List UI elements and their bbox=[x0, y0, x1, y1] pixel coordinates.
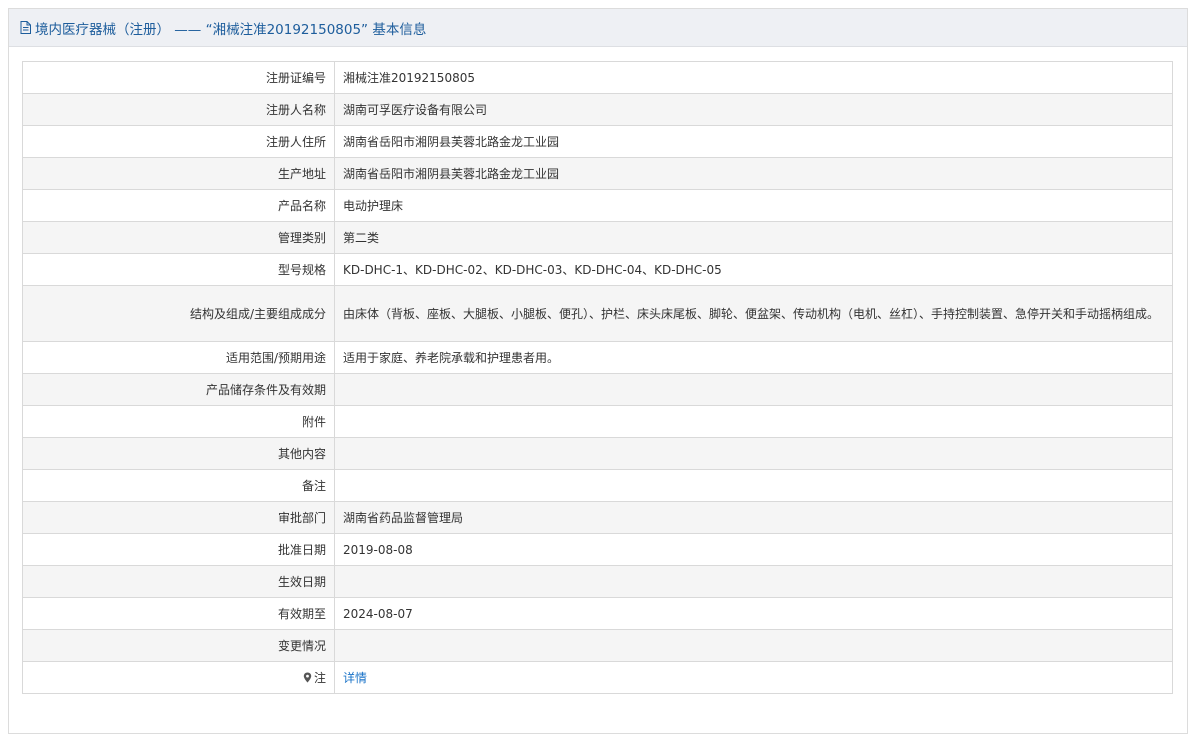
map-pin-icon bbox=[303, 672, 312, 683]
table-row: 型号规格 KD-DHC-1、KD-DHC-02、KD-DHC-03、KD-DHC… bbox=[22, 253, 1173, 286]
row-label: 生产地址 bbox=[22, 157, 335, 190]
row-value: 适用于家庭、养老院承载和护理患者用。 bbox=[334, 341, 1173, 374]
note-value-cell: 详情 bbox=[334, 661, 1173, 694]
row-value: 电动护理床 bbox=[334, 189, 1173, 222]
row-label: 备注 bbox=[22, 469, 335, 502]
row-value: 湖南省岳阳市湘阴县芙蓉北路金龙工业园 bbox=[334, 125, 1173, 158]
row-label: 管理类别 bbox=[22, 221, 335, 254]
row-label: 批准日期 bbox=[22, 533, 335, 566]
row-label: 审批部门 bbox=[22, 501, 335, 534]
table-row: 管理类别 第二类 bbox=[22, 221, 1173, 254]
info-table: 注册证编号 湘械注准20192150805 注册人名称 湖南可孚医疗设备有限公司… bbox=[22, 61, 1173, 694]
table-row: 审批部门 湖南省药品监督管理局 bbox=[22, 501, 1173, 534]
table-row: 结构及组成/主要组成成分 由床体（背板、座板、大腿板、小腿板、便孔）、护栏、床头… bbox=[22, 285, 1173, 342]
table-row: 生产地址 湖南省岳阳市湘阴县芙蓉北路金龙工业园 bbox=[22, 157, 1173, 190]
row-label: 适用范围/预期用途 bbox=[22, 341, 335, 374]
row-value bbox=[334, 629, 1173, 662]
row-value: 2019-08-08 bbox=[334, 533, 1173, 566]
row-label: 变更情况 bbox=[22, 629, 335, 662]
row-value: 湖南省药品监督管理局 bbox=[334, 501, 1173, 534]
details-link[interactable]: 详情 bbox=[343, 671, 367, 685]
row-value bbox=[334, 565, 1173, 598]
row-value bbox=[334, 405, 1173, 438]
row-label: 有效期至 bbox=[22, 597, 335, 630]
info-panel: 境内医疗器械（注册） —— “湘械注准20192150805” 基本信息 注册证… bbox=[8, 8, 1188, 734]
row-value: 由床体（背板、座板、大腿板、小腿板、便孔）、护栏、床头床尾板、脚轮、便盆架、传动… bbox=[334, 285, 1173, 342]
note-label: 注 bbox=[313, 670, 326, 685]
row-label: 产品名称 bbox=[22, 189, 335, 222]
table-row: 注册人住所 湖南省岳阳市湘阴县芙蓉北路金龙工业园 bbox=[22, 125, 1173, 158]
page-title: 境内医疗器械（注册） —— “湘械注准20192150805” 基本信息 bbox=[35, 21, 427, 38]
table-row: 注册人名称 湖南可孚医疗设备有限公司 bbox=[22, 93, 1173, 126]
table-row: 产品储存条件及有效期 bbox=[22, 373, 1173, 406]
row-value: 第二类 bbox=[334, 221, 1173, 254]
row-value bbox=[334, 437, 1173, 470]
row-label: 结构及组成/主要组成成分 bbox=[22, 285, 335, 342]
row-value: 湖南省岳阳市湘阴县芙蓉北路金龙工业园 bbox=[334, 157, 1173, 190]
row-value: 2024-08-07 bbox=[334, 597, 1173, 630]
table-row: 适用范围/预期用途 适用于家庭、养老院承载和护理患者用。 bbox=[22, 341, 1173, 374]
row-value bbox=[334, 373, 1173, 406]
row-label: 生效日期 bbox=[22, 565, 335, 598]
row-value: KD-DHC-1、KD-DHC-02、KD-DHC-03、KD-DHC-04、K… bbox=[334, 253, 1173, 286]
row-label: 其他内容 bbox=[22, 437, 335, 470]
table-row: 有效期至 2024-08-07 bbox=[22, 597, 1173, 630]
table-row: 产品名称 电动护理床 bbox=[22, 189, 1173, 222]
note-row: 注 详情 bbox=[22, 661, 1173, 694]
row-label: 附件 bbox=[22, 405, 335, 438]
table-row: 批准日期 2019-08-08 bbox=[22, 533, 1173, 566]
table-row: 其他内容 bbox=[22, 437, 1173, 470]
document-icon bbox=[20, 21, 31, 34]
row-label: 注册证编号 bbox=[22, 61, 335, 94]
row-value: 湘械注准20192150805 bbox=[334, 61, 1173, 94]
table-row: 注册证编号 湘械注准20192150805 bbox=[22, 61, 1173, 94]
row-value bbox=[334, 469, 1173, 502]
table-row: 变更情况 bbox=[22, 629, 1173, 662]
table-row: 备注 bbox=[22, 469, 1173, 502]
row-label: 产品储存条件及有效期 bbox=[22, 373, 335, 406]
row-label: 注册人名称 bbox=[22, 93, 335, 126]
table-row: 生效日期 bbox=[22, 565, 1173, 598]
row-label: 注册人住所 bbox=[22, 125, 335, 158]
row-label: 型号规格 bbox=[22, 253, 335, 286]
panel-header: 境内医疗器械（注册） —— “湘械注准20192150805” 基本信息 bbox=[9, 9, 1187, 47]
row-value: 湖南可孚医疗设备有限公司 bbox=[334, 93, 1173, 126]
table-row: 附件 bbox=[22, 405, 1173, 438]
note-label-cell: 注 bbox=[22, 661, 335, 694]
